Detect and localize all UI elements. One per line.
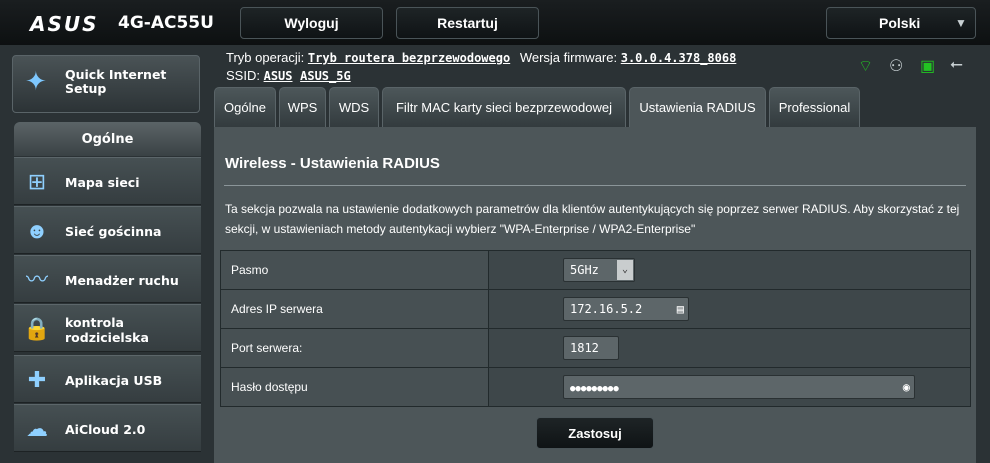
clients-icon[interactable]: ⚇ xyxy=(889,56,903,76)
operation-mode-line: Tryb operacji: Tryb routera bezprzewodow… xyxy=(226,50,736,65)
ssid-label: SSID: xyxy=(226,68,260,83)
password-value: ●●●●●●●●● xyxy=(570,384,619,394)
sidebar-item-label: Menadżer ruchu xyxy=(65,273,179,288)
server-port-input[interactable]: 1812 xyxy=(563,336,619,360)
sidebar-item-label-2: rodzicielska xyxy=(65,330,149,345)
usb-icon[interactable]: ⭠ xyxy=(950,56,963,74)
asus-logo: ASUS xyxy=(30,12,99,36)
tab-radius-settings[interactable]: Ustawienia RADIUS xyxy=(629,87,766,127)
cloud-icon: ☁ xyxy=(26,416,48,441)
form-row-band: Pasmo 5GHz ⌄ xyxy=(220,250,971,290)
sidebar-item-guest-network[interactable]: ☻ Sieć gościnna xyxy=(14,206,201,254)
restart-button[interactable]: Restartuj xyxy=(396,7,539,39)
band-select[interactable]: 5GHz ⌄ xyxy=(563,258,635,282)
page-title: Wireless - Ustawienia RADIUS xyxy=(225,155,440,172)
sidebar-item-network-map[interactable]: ⊞ Mapa sieci xyxy=(14,157,201,205)
password-input[interactable]: ●●●●●●●●● ◉ xyxy=(563,375,915,399)
qis-label-line1: Quick Internet xyxy=(65,67,167,82)
tab-professional[interactable]: Professional xyxy=(769,87,860,127)
band-select-value: 5GHz xyxy=(570,263,599,277)
tab-mac-filter[interactable]: Filtr MAC karty sieci bezprzewodowej xyxy=(382,87,626,127)
ssid-link-5g[interactable]: ASUS_5G xyxy=(300,69,351,83)
monitor-icon[interactable]: ▣ xyxy=(920,56,935,76)
sidebar-item-aicloud[interactable]: ☁ AiCloud 2.0 xyxy=(14,404,201,452)
ssid-link-2g[interactable]: ASUS xyxy=(264,69,293,83)
server-ip-value: 172.16.5.2 xyxy=(570,302,643,316)
model-name: 4G-AC55U xyxy=(118,13,214,33)
lock-icon: 🔒 xyxy=(23,316,51,341)
server-port-label: Port serwera: xyxy=(220,328,489,368)
tab-wps[interactable]: WPS xyxy=(279,87,326,127)
operation-mode-link[interactable]: Tryb routera bezprzewodowego xyxy=(308,51,510,65)
guest-users-icon: ☻ xyxy=(25,218,49,243)
network-map-icon: ⊞ xyxy=(27,169,47,194)
firmware-label: Wersja firmware: xyxy=(519,50,618,65)
magic-wand-icon: ✦ xyxy=(25,66,47,96)
wifi-icon[interactable]: ⌔ xyxy=(858,56,873,76)
language-label: Polski xyxy=(879,15,921,31)
sidebar-item-label: Mapa sieci xyxy=(65,175,140,190)
form-row-server-port: Port serwera: 1812 xyxy=(220,328,971,368)
tab-general[interactable]: Ogólne xyxy=(214,87,276,127)
show-password-icon[interactable]: ◉ xyxy=(903,376,910,398)
top-bar: ASUS 4G-AC55U Wyloguj Restartuj Polski ▼ xyxy=(0,0,990,45)
title-divider xyxy=(224,185,966,186)
page-description: Ta sekcja pozwala na ustawienie dodatkow… xyxy=(225,202,960,236)
sidebar-item-traffic-manager[interactable]: 〰 Menadżer ruchu xyxy=(14,255,201,303)
sidebar-item-parental-control[interactable]: 🔒 kontrola rodzicielska xyxy=(14,304,201,352)
apply-button[interactable]: Zastosuj xyxy=(536,417,654,449)
puzzle-icon: ✚ xyxy=(27,367,47,392)
operation-mode-label: Tryb operacji: xyxy=(226,50,305,65)
id-card-icon: ▤ xyxy=(676,302,684,316)
traffic-graph-icon: 〰 xyxy=(25,267,48,292)
logout-button[interactable]: Wyloguj xyxy=(240,7,383,39)
sidebar-item-label: Aplikacja USB xyxy=(65,373,163,388)
form-row-password: Hasło dostępu ●●●●●●●●● ◉ xyxy=(220,367,971,407)
form-row-server-ip: Adres IP serwera 172.16.5.2 ▤ xyxy=(220,289,971,329)
language-select[interactable]: Polski ▼ xyxy=(826,7,976,39)
firmware-link[interactable]: 3.0.0.4.378_8068 xyxy=(621,51,737,65)
sidebar-item-label: Sieć gościnna xyxy=(65,224,162,239)
sidebar-item-usb-app[interactable]: ✚ Aplikacja USB xyxy=(14,355,201,403)
ssid-line: SSID: ASUS ASUS_5G xyxy=(226,68,351,83)
sidebar-section-title: Ogólne xyxy=(14,122,201,156)
content-panel: Wireless - Ustawienia RADIUS Ta sekcja p… xyxy=(214,127,976,463)
qis-label-line2: Setup xyxy=(65,81,107,96)
chevron-down-icon: ▼ xyxy=(955,16,967,30)
chevron-down-icon: ⌄ xyxy=(617,260,633,280)
tab-wds[interactable]: WDS xyxy=(329,87,379,127)
sidebar-item-label: kontrola xyxy=(65,315,124,330)
server-ip-label: Adres IP serwera xyxy=(220,289,489,329)
password-label: Hasło dostępu xyxy=(220,367,489,407)
server-ip-input[interactable]: 172.16.5.2 ▤ xyxy=(563,297,689,321)
quick-internet-setup-button[interactable]: ✦ Quick Internet Setup xyxy=(12,55,200,113)
sidebar-item-label: AiCloud 2.0 xyxy=(65,422,146,437)
band-label: Pasmo xyxy=(220,250,489,290)
radius-settings-table: Pasmo 5GHz ⌄ Adres IP serwera 172.16.5.2… xyxy=(220,250,971,407)
